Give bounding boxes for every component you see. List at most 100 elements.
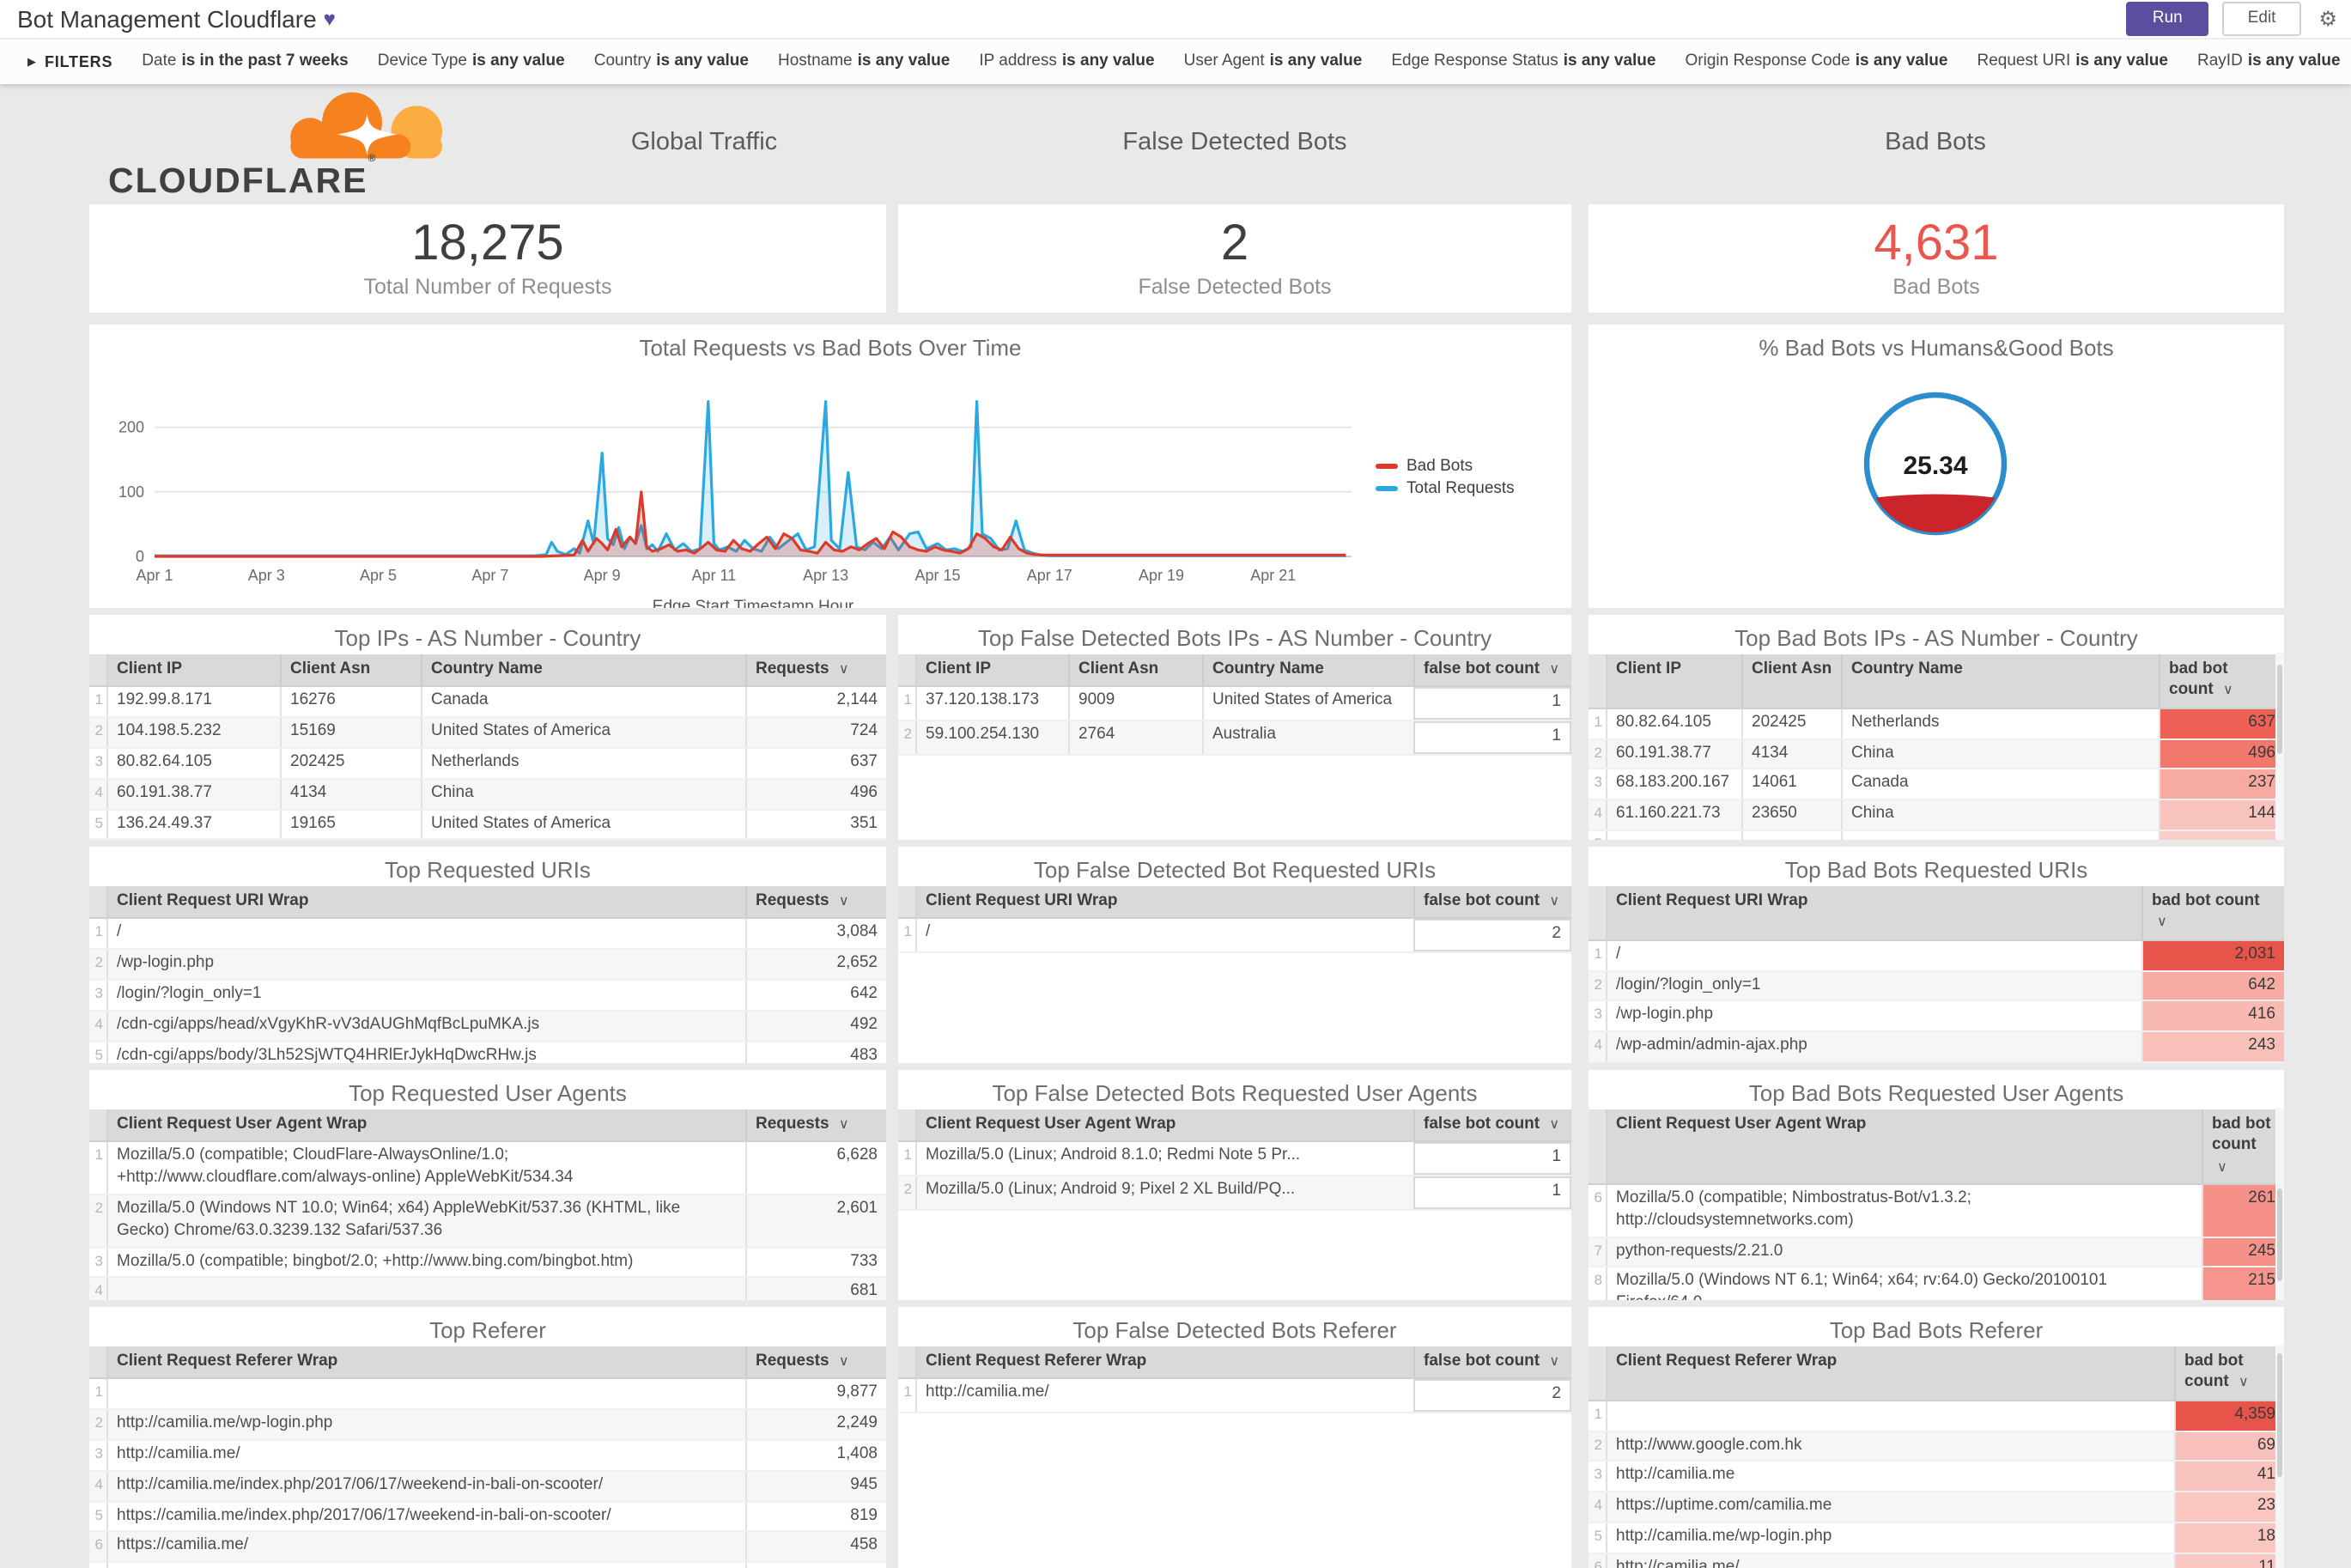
row-number-header bbox=[898, 1346, 917, 1378]
table-cell: /login/?login_only=1 bbox=[1607, 971, 2141, 1000]
column-header[interactable]: Client Request URI Wrap bbox=[1607, 886, 2141, 939]
scrollbar[interactable] bbox=[2275, 653, 2284, 840]
filter-item[interactable]: Date is in the past 7 weeks bbox=[142, 52, 348, 70]
value-cell: 261 bbox=[2202, 1185, 2284, 1236]
row-number-header bbox=[89, 1346, 108, 1378]
column-header-sorted[interactable]: bad bot count ∨ bbox=[2174, 1346, 2284, 1399]
line-chart: 0100200Apr 1Apr 3Apr 5Apr 7Apr 9Apr 11Ap… bbox=[89, 364, 1571, 594]
column-header-sorted[interactable]: Requests ∨ bbox=[745, 1109, 886, 1141]
table-row: 5http://camilia.me/wp-login.php18 bbox=[1589, 1523, 2284, 1554]
scrollbar-thumb[interactable] bbox=[2277, 1353, 2282, 1476]
column-header-sorted[interactable]: false bot count ∨ bbox=[1413, 1346, 1571, 1378]
scrollbar-thumb[interactable] bbox=[2277, 1188, 2282, 1281]
table-row: 3/wp-login.php416 bbox=[1589, 1002, 2284, 1033]
gear-icon[interactable]: ⚙ bbox=[2318, 7, 2337, 31]
column-header-sorted[interactable]: bad bot count ∨ bbox=[2202, 1109, 2284, 1183]
table-cell: http://camilia.me/index.php/2017/06/17/w… bbox=[108, 1472, 745, 1501]
column-header[interactable]: Client Request URI Wrap bbox=[917, 886, 1413, 918]
scrollbar-thumb[interactable] bbox=[2277, 664, 2282, 754]
row-number: 7 bbox=[89, 1563, 108, 1568]
svg-text:Apr 19: Apr 19 bbox=[1139, 567, 1184, 584]
kpi-bad-bots: 4,631 Bad Bots bbox=[1589, 204, 2284, 313]
row-number: 1 bbox=[1589, 1401, 1607, 1430]
column-header[interactable]: Client Request User Agent Wrap bbox=[1607, 1109, 2202, 1183]
table-row: 2http://www.google.com.hk69 bbox=[1589, 1431, 2284, 1462]
column-header-sorted[interactable]: bad bot count ∨ bbox=[2159, 654, 2284, 707]
row-number: 3 bbox=[1589, 1002, 1607, 1031]
filter-item[interactable]: Request URIis any value bbox=[1977, 52, 2168, 70]
column-header[interactable]: Country Name bbox=[421, 654, 745, 686]
filter-item[interactable]: IP addressis any value bbox=[979, 52, 1154, 70]
column-header-sorted[interactable]: Requests ∨ bbox=[745, 654, 886, 686]
column-header[interactable]: Client Asn bbox=[1068, 654, 1202, 686]
table-cell: 2764 bbox=[1068, 721, 1202, 754]
filter-condition: is any value bbox=[1856, 52, 1948, 70]
kpi-total-requests: 18,275 Total Number of Requests bbox=[89, 204, 886, 313]
table-cell bbox=[108, 1279, 745, 1300]
filter-item[interactable]: Edge Response Statusis any value bbox=[1391, 52, 1655, 70]
data-table: Client IPClient AsnCountry NameRequests … bbox=[89, 654, 886, 840]
value-cell: 2 bbox=[1413, 1380, 1571, 1413]
table-cell: 23650 bbox=[1741, 800, 1841, 830]
column-header[interactable]: Country Name bbox=[1841, 654, 2159, 707]
column-header-sorted[interactable]: false bot count ∨ bbox=[1413, 654, 1571, 686]
row-number: 5 bbox=[89, 810, 108, 839]
edit-button[interactable]: Edit bbox=[2222, 3, 2302, 36]
table-cell: 202425 bbox=[1741, 708, 1841, 738]
table-cell: 104.198.5.232 bbox=[108, 718, 280, 747]
column-header[interactable]: Client Request User Agent Wrap bbox=[108, 1109, 745, 1141]
table-row: 5 bbox=[1589, 831, 2284, 840]
row-number: 1 bbox=[898, 688, 917, 720]
column-header-sorted[interactable]: false bot count ∨ bbox=[1413, 1109, 1571, 1141]
filter-item[interactable]: Hostnameis any value bbox=[778, 52, 950, 70]
data-table: Client IPClient AsnCountry Namebad bot c… bbox=[1589, 654, 2284, 840]
table-cell: http://camilia.me/wp-login.php bbox=[1607, 1523, 2174, 1553]
filter-item[interactable]: RayIDis any value bbox=[2197, 52, 2341, 70]
filter-field: Date bbox=[142, 52, 176, 70]
filter-item[interactable]: Device Typeis any value bbox=[378, 52, 565, 70]
value-cell: 243 bbox=[2141, 1032, 2284, 1061]
scrollbar[interactable] bbox=[2275, 1345, 2284, 1568]
filter-field: Hostname bbox=[778, 52, 853, 70]
table-cell: http://camilia.me/ bbox=[108, 1441, 745, 1470]
column-header[interactable]: Client Request Referer Wrap bbox=[917, 1346, 1413, 1378]
table-cell: Mozilla/5.0 (compatible; bingbot/2.0; +h… bbox=[108, 1248, 745, 1277]
column-header[interactable]: Client Request URI Wrap bbox=[108, 886, 745, 918]
legend-item-bad-bots[interactable]: Bad Bots bbox=[1376, 457, 1564, 476]
column-header[interactable]: Country Name bbox=[1202, 654, 1413, 686]
sort-desc-icon: ∨ bbox=[839, 661, 849, 677]
filter-item[interactable]: User Agentis any value bbox=[1184, 52, 1363, 70]
gauge-chart: 25.34 bbox=[1589, 364, 2284, 594]
scrollbar[interactable] bbox=[2275, 1108, 2284, 1300]
filter-item[interactable]: Countryis any value bbox=[594, 52, 749, 70]
column-header[interactable]: Client Request Referer Wrap bbox=[1607, 1346, 2174, 1399]
filters-expander[interactable]: ▶ FILTERS bbox=[27, 52, 112, 70]
legend-item-total-requests[interactable]: Total Requests bbox=[1376, 479, 1564, 498]
value-cell: 1 bbox=[1413, 1176, 1571, 1209]
column-header-sorted[interactable]: Requests ∨ bbox=[745, 1346, 886, 1378]
run-button[interactable]: Run bbox=[2127, 3, 2208, 36]
column-header[interactable]: Client IP bbox=[108, 654, 280, 686]
column-header[interactable]: Client Asn bbox=[280, 654, 421, 686]
column-header[interactable]: Client Asn bbox=[1741, 654, 1841, 707]
table-cell: 60.191.38.77 bbox=[108, 780, 280, 809]
table-tile-false-bot-user-agents: Top False Detected Bots Requested User A… bbox=[898, 1070, 1571, 1300]
column-header-sorted[interactable]: false bot count ∨ bbox=[1413, 886, 1571, 918]
column-header[interactable]: Client Request User Agent Wrap bbox=[917, 1109, 1413, 1141]
table-tile-bad-bot-ips: Top Bad Bots IPs - AS Number - CountryCl… bbox=[1589, 615, 2284, 840]
filter-item[interactable]: Origin Response Codeis any value bbox=[1686, 52, 1948, 70]
row-number: 2 bbox=[1589, 739, 1607, 769]
sort-desc-icon: ∨ bbox=[839, 1353, 849, 1369]
row-number: 4 bbox=[89, 1279, 108, 1300]
table-cell: / bbox=[917, 920, 1413, 952]
column-header[interactable]: Client Request Referer Wrap bbox=[108, 1346, 745, 1378]
column-header[interactable]: Client IP bbox=[1607, 654, 1741, 707]
column-header[interactable]: Client IP bbox=[917, 654, 1068, 686]
column-header-sorted[interactable]: Requests ∨ bbox=[745, 886, 886, 918]
row-number: 2 bbox=[89, 1195, 108, 1246]
table-title: Top False Detected Bots IPs - AS Number … bbox=[898, 615, 1571, 654]
table-cell: / bbox=[1607, 940, 2141, 969]
sort-desc-icon: ∨ bbox=[1549, 661, 1559, 677]
filter-condition: is in the past 7 weeks bbox=[181, 52, 348, 70]
column-header-sorted[interactable]: bad bot count ∨ bbox=[2141, 886, 2284, 939]
